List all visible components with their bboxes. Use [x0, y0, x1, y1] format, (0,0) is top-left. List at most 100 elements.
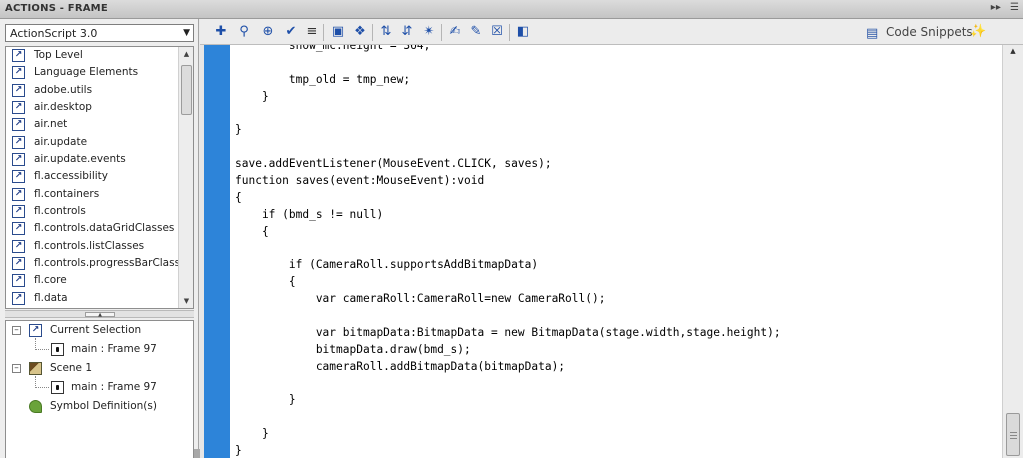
remove-comment-icon[interactable]: ☒	[489, 24, 505, 40]
code-line: var cameraRoll:CameraRoll=new CameraRoll…	[235, 292, 606, 305]
toolbox-item[interactable]: ↗ Language Elements	[6, 64, 179, 81]
code-area[interactable]: show_mc.height = 364; tmp_old = tmp_new;…	[235, 45, 995, 458]
code-snippets-label: Code Snippets	[886, 25, 973, 39]
language-select[interactable]: ActionScript 3.0 ▼	[5, 24, 194, 42]
package-icon: ↗	[12, 118, 25, 132]
package-icon: ↗	[12, 153, 25, 167]
package-icon: ↗	[12, 135, 25, 149]
toolbox-item[interactable]: ↗ fl.controls	[6, 203, 179, 220]
code-line: }	[235, 123, 242, 136]
code-line: }	[235, 393, 296, 406]
add-statement-icon[interactable]: ✚	[213, 24, 229, 40]
selection-icon: ↗	[29, 324, 42, 337]
collapse-toggle-icon[interactable]: –	[12, 364, 21, 373]
toolbox-item[interactable]: ↗ fl.controls.dataGridClasses	[6, 220, 179, 237]
toolbox-item[interactable]: ↗ air.desktop	[6, 99, 179, 116]
actions-toolbar: ✚ ⚲ ⊕ ✔ ≡ ▣ ❖ ⇅ ⇵ ✴ ✍ ✎ ☒ ◧ ▤ Code Snipp…	[200, 19, 1023, 45]
toolbox-item[interactable]: ↗ Top Level	[6, 47, 179, 64]
scene-icon	[29, 362, 42, 375]
scroll-up-icon[interactable]: ▲	[179, 47, 193, 61]
toolbox-item[interactable]: ↗ air.update.events	[6, 151, 179, 168]
package-icon: ↗	[12, 222, 25, 236]
code-hint-icon[interactable]: ▣	[330, 24, 346, 40]
double-chevron-right-icon[interactable]: ▸▸	[991, 2, 1001, 13]
code-line: save.addEventListener(MouseEvent.CLICK, …	[235, 157, 552, 170]
auto-format-icon[interactable]: ≡	[304, 24, 320, 40]
apply-line-comment-icon[interactable]: ✎	[468, 24, 484, 40]
package-icon: ↗	[12, 170, 25, 184]
code-editor[interactable]: show_mc.height = 364; tmp_old = tmp_new;…	[200, 45, 1023, 458]
frame-icon	[51, 381, 64, 394]
code-snippets-icon: ▤	[866, 26, 879, 41]
language-select-value: ActionScript 3.0	[10, 27, 98, 40]
collapse-selection-icon[interactable]: ⇵	[399, 24, 415, 40]
find-icon[interactable]: ⚲	[236, 24, 252, 40]
collapse-toggle-icon[interactable]: –	[12, 326, 21, 335]
code-line: var bitmapData:BitmapData = new BitmapDa…	[235, 326, 781, 339]
code-line: }	[235, 427, 269, 440]
toolbox-item[interactable]: ↗ air.update	[6, 134, 179, 151]
package-icon: ↗	[12, 101, 25, 115]
package-icon: ↗	[12, 49, 25, 62]
toolbox-item[interactable]: ↗ air.net	[6, 116, 179, 133]
nav-scene[interactable]: Scene 1	[50, 359, 92, 378]
line-gutter[interactable]	[204, 45, 230, 458]
toolbox-item[interactable]: ↗ fl.controls.progressBarClasses	[6, 255, 192, 272]
toolbox-scrollbar[interactable]: ▲ ▼	[178, 47, 193, 308]
actions-toolbox-pane: ActionScript 3.0 ▼ ↗ Top Level ↗ Language …	[0, 19, 200, 458]
code-line: {	[235, 225, 269, 238]
check-syntax-icon[interactable]: ✔	[283, 24, 299, 40]
collapse-arrow-icon[interactable]: ▲	[85, 312, 115, 318]
toolbox-item[interactable]: ↗ fl.data	[6, 290, 179, 307]
code-line: tmp_old = tmp_new;	[235, 73, 411, 86]
script-pane: ✚ ⚲ ⊕ ✔ ≡ ▣ ❖ ⇅ ⇵ ✴ ✍ ✎ ☒ ◧ ▤ Code Snipp…	[200, 19, 1023, 458]
target-path-icon[interactable]: ⊕	[260, 24, 276, 40]
show-hide-toolbox-icon[interactable]: ◧	[515, 24, 531, 40]
code-line: if (bmd_s != null)	[235, 208, 384, 221]
code-line: }	[235, 444, 242, 457]
nav-frame-item[interactable]: main : Frame 97	[71, 378, 157, 397]
nav-current-selection[interactable]: Current Selection	[50, 321, 141, 340]
code-line: function saves(event:MouseEvent):void	[235, 174, 485, 187]
scroll-down-icon[interactable]: ▼	[179, 294, 193, 308]
toolbox-item[interactable]: ↗ adobe.utils	[6, 82, 179, 99]
package-icon: ↗	[12, 239, 25, 253]
package-icon: ↗	[12, 187, 25, 201]
frame-icon	[51, 343, 64, 356]
code-line: cameraRoll.addBitmapData(bitmapData);	[235, 360, 566, 373]
code-line: {	[235, 275, 296, 288]
code-snippets-button[interactable]: ▤ Code Snippets	[866, 23, 973, 41]
chevron-down-icon: ▼	[183, 28, 190, 38]
code-line: if (CameraRoll.supportsAddBitmapData)	[235, 258, 539, 271]
script-navigator: – ↗ Current Selection main : Frame 97 – …	[5, 320, 194, 458]
scrollbar-thumb[interactable]	[1006, 413, 1020, 456]
collapse-between-braces-icon[interactable]: ⇅	[378, 24, 394, 40]
scrollbar-thumb[interactable]	[181, 65, 192, 115]
code-line: show_mc.height = 364;	[235, 45, 431, 52]
code-line: }	[235, 90, 269, 103]
scroll-up-icon[interactable]: ▲	[1003, 47, 1023, 59]
toolbox-item[interactable]: ↗ fl.containers	[6, 186, 179, 203]
code-line: bitmapData.draw(bmd_s);	[235, 343, 471, 356]
panel-menu-icon[interactable]: ☰	[1010, 2, 1019, 13]
debug-options-icon[interactable]: ❖	[352, 24, 368, 40]
nav-symbol-definitions[interactable]: Symbol Definition(s)	[50, 397, 157, 416]
toolbox-list: ↗ Top Level ↗ Language Elements ↗ adobe.uti…	[6, 47, 192, 307]
expand-all-icon[interactable]: ✴	[421, 24, 437, 40]
panel-title: ACTIONS - FRAME	[5, 3, 108, 14]
package-icon: ↗	[12, 83, 25, 97]
code-vertical-scrollbar[interactable]: ▲	[1002, 45, 1023, 458]
symbol-icon	[29, 400, 42, 413]
package-icon: ↗	[12, 291, 25, 305]
wizard-wand-icon[interactable]: ✨	[970, 24, 986, 39]
pane-splitter[interactable]: ▲	[5, 310, 194, 318]
toolbox-item[interactable]: ↗ fl.accessibility	[6, 168, 179, 185]
package-icon: ↗	[12, 257, 25, 271]
apply-block-comment-icon[interactable]: ✍	[447, 24, 463, 40]
nav-frame-item[interactable]: main : Frame 97	[71, 340, 157, 359]
toolbox-item[interactable]: ↗ fl.core	[6, 272, 179, 289]
toolbox-item[interactable]: ↗ fl.controls.listClasses	[6, 238, 179, 255]
actions-toolbox: ↗ Top Level ↗ Language Elements ↗ adobe.uti…	[5, 46, 194, 309]
panel-title-bar: ACTIONS - FRAME ▸▸ ☰	[0, 0, 1023, 19]
package-icon: ↗	[12, 66, 25, 80]
